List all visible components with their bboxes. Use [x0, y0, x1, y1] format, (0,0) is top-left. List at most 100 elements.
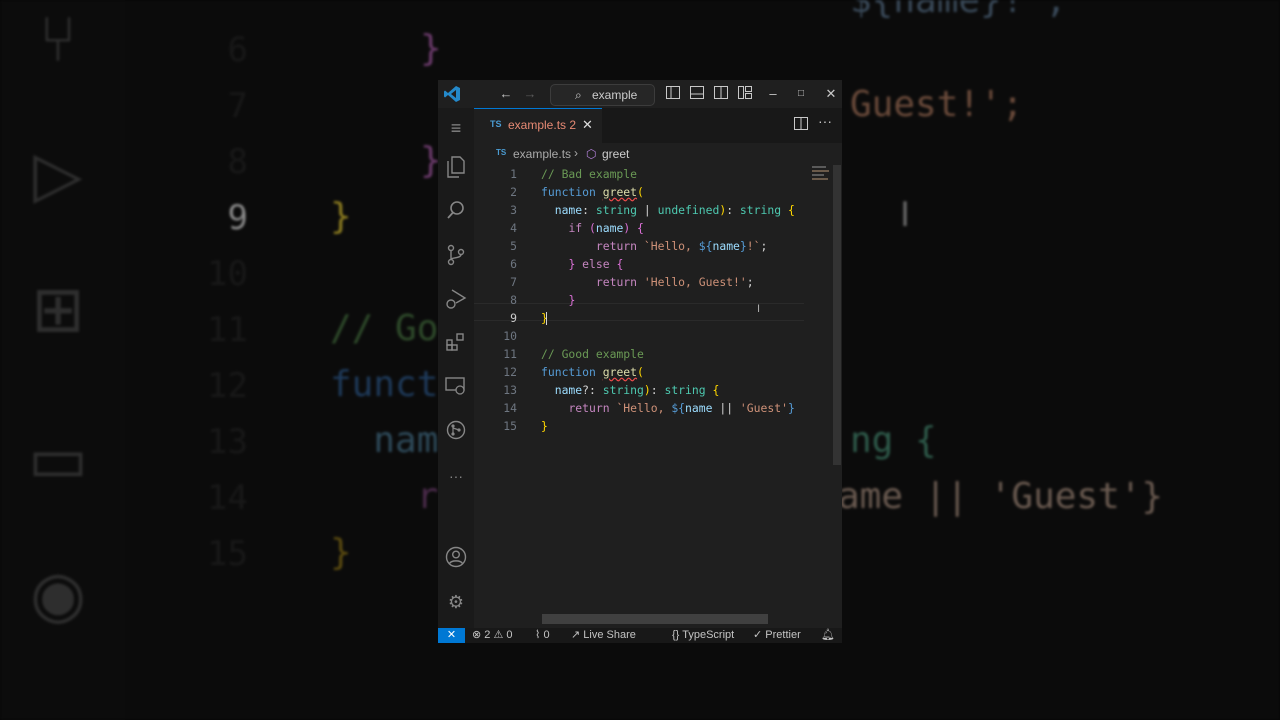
back-arrow-icon[interactable]: ← [498, 86, 514, 102]
code-tokens: } [568, 293, 576, 307]
vertical-scrollbar[interactable] [833, 165, 841, 465]
typescript-file-icon: TS [490, 119, 502, 129]
bg-code: ng { [850, 420, 937, 461]
close-tab-icon[interactable]: ✕ [582, 117, 593, 133]
code-line: 3 name: string | undefined): string { [510, 203, 795, 217]
breadcrumb-file[interactable]: example.ts [513, 147, 571, 161]
vscode-logo-icon [442, 85, 462, 103]
bg-code: ${name}!`; [850, 0, 1067, 21]
bg-code: } [420, 28, 442, 69]
minimize-icon[interactable]: – [765, 86, 781, 102]
source-control-icon[interactable] [444, 244, 468, 268]
title-bar: ← → ⌕ example – □ ✕ [438, 80, 842, 108]
breadcrumb: TS example.ts › ⬡ greet [474, 143, 842, 165]
bg-line-number: 11 [207, 310, 248, 350]
problems-indicator[interactable]: ⊗ 2 ⚠ 0 [472, 628, 513, 643]
search-text: example [592, 88, 638, 102]
prettier-button[interactable]: ✓ Prettier [753, 628, 801, 643]
bg-git-graph-icon: ◉ [30, 558, 86, 632]
bg-code: ame || 'Guest'} [838, 476, 1164, 517]
code-editor[interactable]: 1// Bad example 2 function greet( 3 name:… [474, 165, 842, 625]
text-cursor [546, 312, 547, 325]
search-icon[interactable] [444, 200, 468, 224]
code-tokens: } else { [568, 257, 624, 271]
run-debug-icon[interactable] [444, 288, 468, 312]
bg-line-number: 8 [227, 142, 248, 182]
close-window-icon[interactable]: ✕ [823, 86, 839, 102]
code-tokens: return `Hello, ${name || 'Guest'} [568, 401, 795, 415]
ports-indicator[interactable]: ⌇ 0 [535, 628, 550, 643]
bg-code: Guest!'; [850, 84, 1024, 125]
menu-icon[interactable]: ≡ [444, 116, 468, 140]
bg-run-debug-icon: ▷ [33, 138, 83, 212]
split-editor-icon[interactable] [794, 117, 808, 135]
code-tokens: function greet( [541, 185, 644, 199]
symbol-method-icon: ⬡ [586, 147, 597, 161]
notifications-bell-icon[interactable]: 🔔︎ [821, 628, 835, 643]
code-line: 15} [503, 419, 548, 433]
toggle-secondary-sidebar-icon[interactable] [713, 86, 729, 102]
code-line: 10 [503, 329, 517, 343]
toggle-primary-sidebar-icon[interactable] [665, 86, 681, 102]
bg-right-panel: ${name}!`; Guest!'; ng { ame || 'Guest'}… [838, 0, 1280, 720]
extensions-icon[interactable] [444, 332, 468, 356]
bg-code: r [330, 476, 439, 517]
tab-bar: TS example.ts 2 ✕ ··· [474, 108, 842, 143]
error-icon: ⊗ [472, 629, 482, 641]
customize-layout-icon[interactable] [737, 86, 753, 102]
vscode-window: ← → ⌕ example – □ ✕ ≡ ··· ⚙ TS example.t… [438, 80, 842, 643]
code-line: 11// Good example [503, 347, 644, 361]
code-line-current: 9} [510, 311, 548, 325]
broadcast-icon: ⌇ [535, 629, 541, 641]
bg-line-number: 7 [227, 86, 248, 126]
minimap[interactable] [812, 166, 830, 180]
bg-source-control-icon: ⑂ [38, 3, 78, 77]
code-line: 14 return `Hello, ${name || 'Guest'} [503, 401, 795, 415]
live-share-button[interactable]: ↗ Live Share [571, 628, 636, 643]
more-icon[interactable]: ··· [444, 464, 468, 488]
code-line: 8 } [510, 293, 576, 307]
code-line: 13 name?: string): string { [503, 383, 720, 397]
git-graph-icon[interactable] [444, 420, 468, 444]
warning-icon: ⚠ [493, 629, 504, 641]
bg-line-number: 6 [227, 30, 248, 70]
code-tokens: return `Hello, ${name}!`; [595, 239, 768, 253]
bg-line-number: 13 [207, 422, 248, 462]
bg-line-number: 12 [207, 366, 248, 406]
settings-gear-icon[interactable]: ⚙ [444, 590, 468, 614]
code-tokens: return 'Hello, Guest!'; [595, 275, 754, 289]
toggle-panel-icon[interactable] [689, 86, 705, 102]
code-line: 4 if (name) { [510, 221, 644, 235]
bg-activity-bar: ⑂ ▷ ⊞ ▭ ◉ [0, 0, 125, 720]
code-line: 6 } else { [510, 257, 624, 271]
bg-code: } [330, 196, 352, 237]
code-tokens: name: string | undefined): string { [554, 203, 795, 217]
bg-extensions-icon: ⊞ [31, 273, 85, 347]
more-actions-icon[interactable]: ··· [818, 113, 832, 129]
braces-icon: {} [672, 629, 680, 641]
check-double-icon: ✓ [753, 629, 763, 641]
breadcrumb-symbol[interactable]: greet [602, 147, 629, 161]
bg-remote-explorer-icon: ▭ [27, 423, 89, 497]
language-mode-button[interactable]: {} TypeScript [672, 628, 734, 643]
code-tokens: name?: string): string { [554, 383, 720, 397]
live-share-icon: ↗ [571, 629, 581, 641]
bg-code: nam [330, 420, 439, 461]
bg-text-cursor-icon: I [900, 195, 911, 235]
bg-line-number: 10 [207, 254, 248, 294]
remote-indicator-icon[interactable]: ✕ [438, 628, 465, 643]
horizontal-scrollbar[interactable] [542, 614, 768, 624]
remote-explorer-icon[interactable] [444, 376, 468, 400]
code-line: 1// Bad example [510, 167, 638, 181]
tab-example-ts[interactable]: TS example.ts 2 ✕ [474, 108, 602, 143]
activity-bar: ≡ ··· ⚙ [438, 108, 474, 628]
problem-count-badge: 2 [569, 118, 577, 132]
maximize-icon[interactable]: □ [793, 86, 809, 102]
forward-arrow-icon[interactable]: → [522, 86, 538, 102]
chevron-right-icon: › [574, 146, 578, 160]
command-center-search[interactable]: ⌕ example [550, 84, 655, 106]
accounts-icon[interactable] [444, 546, 468, 570]
code-line: 7 return 'Hello, Guest!'; [510, 275, 754, 289]
explorer-icon[interactable] [444, 156, 468, 180]
search-icon: ⌕ [575, 88, 582, 102]
